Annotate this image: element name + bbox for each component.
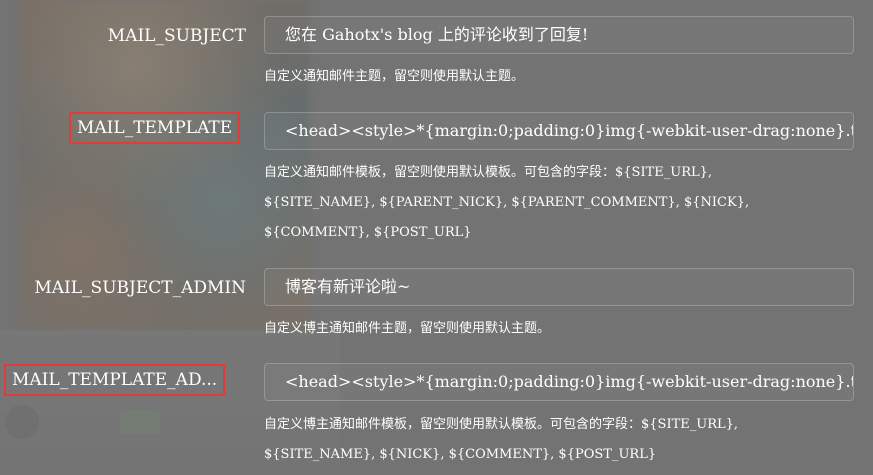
mail-subject-input[interactable]: 您在 Gahotx's blog 上的评论收到了回复! [264,16,854,54]
mail-template-admin-input[interactable]: <head><style>*{margin:0;padding:0}img{-w… [264,363,854,401]
mail-template-admin-help-line: 自定义博主通知邮件模板，留空则使用默认模板。可包含的字段：${SITE_URL}… [264,417,739,432]
mail-template-input[interactable]: <head><style>*{margin:0;padding:0}img{-w… [264,112,854,150]
mail-subject-admin-input[interactable]: 博客有新评论啦~ [264,268,854,306]
mail-subject-help: 自定义通知邮件主题，留空则使用默认主题。 [264,69,525,84]
mail-subject-admin-help: 自定义博主通知邮件主题，留空则使用默认主题。 [264,321,551,336]
mail-template-help: 自定义通知邮件模板，留空则使用默认模板。可包含的字段：${SITE_URL}, … [264,158,864,248]
mail-template-label: MAIL_TEMPLATE [69,112,241,144]
mail-subject-label: MAIL_SUBJECT [107,26,246,46]
mail-template-help-line: 自定义通知邮件模板，留空则使用默认模板。可包含的字段：${SITE_URL}, [264,165,713,180]
mail-template-admin-label: MAIL_TEMPLATE_AD... [4,364,226,396]
mail-template-help-line: ${COMMENT}, ${POST_URL} [264,225,472,240]
mail-template-admin-help: 自定义博主通知邮件模板，留空则使用默认模板。可包含的字段：${SITE_URL}… [264,410,864,470]
mail-subject-admin-label: MAIL_SUBJECT_ADMIN [34,278,246,298]
mail-template-help-line: ${SITE_NAME}, ${PARENT_NICK}, ${PARENT_C… [264,195,750,210]
mail-template-admin-help-line: ${SITE_NAME}, ${NICK}, ${COMMENT}, ${POS… [264,447,657,462]
